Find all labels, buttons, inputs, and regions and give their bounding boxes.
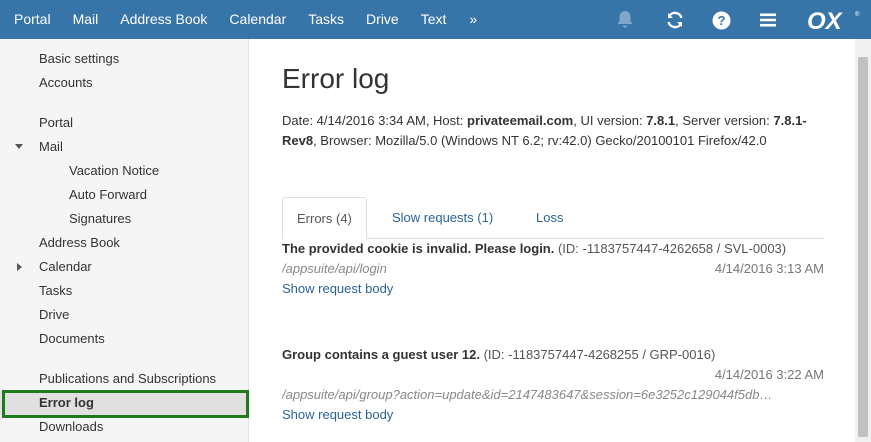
sidebar-item-label: Portal bbox=[39, 115, 73, 130]
meta-host: privateemail.com bbox=[467, 113, 574, 128]
ox-logo-text: OX bbox=[807, 8, 844, 32]
sidebar-item-label: Mail bbox=[39, 139, 63, 154]
tab-loss[interactable]: Loss bbox=[522, 197, 577, 239]
sidebar-item-label: Accounts bbox=[39, 75, 93, 90]
log-tabs: Errors (4) Slow requests (1) Loss bbox=[282, 197, 824, 240]
sidebar-item-label: Address Book bbox=[39, 235, 120, 250]
bell-icon[interactable] bbox=[614, 9, 636, 31]
scrollbar-thumb[interactable] bbox=[858, 57, 868, 437]
meta-ui-label: , UI version: bbox=[573, 113, 647, 128]
top-navigation: Portal Mail Address Book Calendar Tasks … bbox=[0, 0, 489, 39]
sidebar-item-documents[interactable]: Documents bbox=[0, 327, 249, 351]
top-bar: Portal Mail Address Book Calendar Tasks … bbox=[0, 0, 871, 39]
nav-text[interactable]: Text bbox=[410, 0, 458, 39]
error-path: /appsuite/api/group?action=update&id=214… bbox=[282, 387, 773, 402]
meta-date-host-label: Date: 4/14/2016 3:34 AM, Host: bbox=[282, 113, 468, 128]
sidebar-item-label: Tasks bbox=[39, 283, 73, 298]
sidebar-item-label: Publications and Subscriptions bbox=[39, 371, 217, 386]
nav-tasks[interactable]: Tasks bbox=[297, 0, 355, 39]
tab-slow-requests[interactable]: Slow requests (1) bbox=[378, 197, 507, 239]
meta-browser: , Browser: Mozilla/5.0 (Windows NT 6.2; … bbox=[313, 133, 767, 148]
sidebar-item-label: Downloads bbox=[39, 419, 104, 434]
error-timestamp: 4/14/2016 3:22 AM bbox=[714, 367, 824, 382]
meta-ui-version: 7.8.1 bbox=[646, 113, 676, 128]
nav-portal[interactable]: Portal bbox=[0, 0, 62, 39]
ox-logo: OX ® bbox=[805, 8, 861, 35]
sidebar-item-signatures[interactable]: Signatures bbox=[0, 207, 249, 231]
caret-down-icon[interactable] bbox=[14, 135, 24, 159]
error-entry: The provided cookie is invalid. Please l… bbox=[282, 239, 824, 299]
error-entry: Group contains a guest user 12. (ID: -11… bbox=[282, 345, 824, 425]
meta-server-label: , Server version: bbox=[675, 113, 774, 128]
vertical-scrollbar[interactable] bbox=[855, 39, 871, 442]
sidebar-item-label: Signatures bbox=[69, 211, 132, 226]
sidebar-item-auto-forward[interactable]: Auto Forward bbox=[0, 183, 249, 207]
sidebar-item-address-book[interactable]: Address Book bbox=[0, 231, 249, 255]
page-title: Error log bbox=[282, 63, 390, 94]
sidebar-item-label: Vacation Notice bbox=[69, 163, 160, 178]
log-meta-info: Date: 4/14/2016 3:34 AM, Host: privateem… bbox=[282, 111, 827, 151]
sidebar-item-accounts[interactable]: Accounts bbox=[0, 71, 249, 95]
tab-errors[interactable]: Errors (4) bbox=[282, 197, 367, 240]
show-request-body-link[interactable]: Show request body bbox=[282, 405, 824, 425]
refresh-icon[interactable] bbox=[664, 9, 686, 31]
sidebar-item-basic-settings[interactable]: Basic settings bbox=[0, 47, 249, 71]
menu-icon[interactable] bbox=[757, 9, 779, 31]
nav-drive[interactable]: Drive bbox=[355, 0, 410, 39]
svg-text:?: ? bbox=[717, 13, 725, 28]
sidebar-item-mail[interactable]: Mail bbox=[0, 135, 249, 159]
sidebar-item-publications[interactable]: Publications and Subscriptions bbox=[0, 367, 249, 391]
main-content: Error log Date: 4/14/2016 3:34 AM, Host:… bbox=[250, 39, 855, 442]
selection-highlight bbox=[2, 390, 249, 418]
sidebar-item-label: Basic settings bbox=[39, 51, 120, 66]
nav-address-book[interactable]: Address Book bbox=[109, 0, 218, 39]
error-timestamp: 4/14/2016 3:13 AM bbox=[714, 261, 824, 276]
sidebar-item-drive[interactable]: Drive bbox=[0, 303, 249, 327]
sidebar-item-downloads[interactable]: Downloads bbox=[0, 415, 249, 439]
nav-more-button[interactable]: » bbox=[457, 0, 489, 39]
show-request-body-link[interactable]: Show request body bbox=[282, 279, 824, 299]
sidebar-item-tasks[interactable]: Tasks bbox=[0, 279, 249, 303]
sidebar-item-vacation-notice[interactable]: Vacation Notice bbox=[0, 159, 249, 183]
sidebar-item-calendar[interactable]: Calendar bbox=[0, 255, 249, 279]
nav-calendar[interactable]: Calendar bbox=[218, 0, 297, 39]
sidebar-item-label: Calendar bbox=[39, 259, 92, 274]
sidebar-item-label: Auto Forward bbox=[69, 187, 148, 202]
sidebar-item-label: Drive bbox=[39, 307, 70, 322]
nav-mail[interactable]: Mail bbox=[62, 0, 110, 39]
caret-right-icon[interactable] bbox=[14, 255, 24, 279]
help-icon[interactable]: ? bbox=[710, 9, 732, 31]
svg-text:®: ® bbox=[855, 11, 860, 18]
error-message: Group contains a guest user 12. bbox=[282, 347, 480, 362]
sidebar-item-portal[interactable]: Portal bbox=[0, 111, 249, 135]
settings-sidebar: Basic settings Accounts Portal Mail Vaca… bbox=[0, 39, 249, 442]
error-message: The provided cookie is invalid. Please l… bbox=[282, 241, 555, 256]
error-id: (ID: -1183757447-4268255 / GRP-0016) bbox=[479, 347, 716, 362]
error-id: (ID: -1183757447-4262658 / SVL-0003) bbox=[554, 241, 787, 256]
sidebar-item-label: Documents bbox=[39, 331, 105, 346]
